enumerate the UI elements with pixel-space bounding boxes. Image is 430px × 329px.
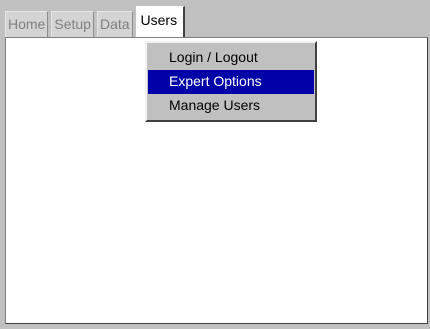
- tab-setup[interactable]: Setup: [51, 11, 94, 37]
- menu-item-expert-options[interactable]: Expert Options: [148, 70, 314, 94]
- users-dropdown-menu: Login / Logout Expert Options Manage Use…: [145, 41, 317, 122]
- menu-item-login-logout[interactable]: Login / Logout: [148, 46, 314, 70]
- app-screen: Home Setup Data Users Login / Logout Exp…: [0, 0, 430, 329]
- tab-bar: Home Setup Data Users: [5, 6, 188, 37]
- tab-data[interactable]: Data: [96, 11, 133, 37]
- tab-users[interactable]: Users: [135, 6, 186, 37]
- tab-home[interactable]: Home: [5, 11, 49, 37]
- menu-item-manage-users[interactable]: Manage Users: [148, 94, 314, 118]
